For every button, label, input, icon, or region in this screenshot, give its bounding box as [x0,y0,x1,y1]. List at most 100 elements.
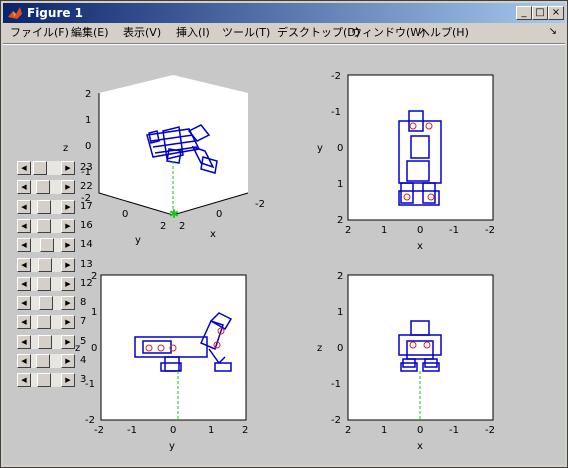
y-tick-top: 2 [337,215,343,226]
joint-slider[interactable]: ◀ ▶ [17,296,75,310]
matlab-logo-icon [8,7,22,19]
slider-value-label: 13 [80,259,93,270]
menu-window[interactable]: ウィンドウ(W) [351,25,425,41]
slider-right-arrow-icon[interactable]: ▶ [61,238,75,252]
ground-marker-3d: ✱ [169,207,179,221]
slider-left-arrow-icon[interactable]: ◀ [17,277,31,291]
menu-desktop[interactable]: デスクトップ(D) [277,25,360,41]
slider-right-arrow-icon[interactable]: ▶ [61,258,75,272]
axes-side-view[interactable]: -2 -1 0 1 2 y 2 1 0 -1 -2 z [75,271,248,452]
y-tick-front: 0 [337,343,343,354]
title-bar[interactable]: Figure 1 _ □ × [3,3,565,23]
x-tick-top: -1 [449,225,459,236]
x-tick-top: -2 [485,225,495,236]
figure-window: Figure 1 _ □ × ファイル(F) 編集(E) 表示(V) 挿入(I)… [0,0,568,468]
slider-right-arrow-icon[interactable]: ▶ [61,277,75,291]
menu-file[interactable]: ファイル(F) [10,25,69,41]
slider-value-label: 17 [80,201,93,212]
slider-left-arrow-icon[interactable]: ◀ [17,161,31,175]
minimize-button[interactable]: _ [516,6,532,20]
menu-insert[interactable]: 挿入(I) [176,25,210,41]
slider-left-arrow-icon[interactable]: ◀ [17,238,31,252]
slider-value-label: 16 [80,220,93,231]
slider-thumb[interactable] [38,258,52,272]
x-tick-top: 1 [381,225,387,236]
joint-slider[interactable]: ◀ ▶ [17,180,75,194]
joint-slider[interactable]: ◀ ▶ [17,258,75,272]
slider-left-arrow-icon[interactable]: ◀ [17,296,31,310]
slider-left-arrow-icon[interactable]: ◀ [17,258,31,272]
joint-slider[interactable]: ◀ ▶ [17,200,75,214]
y-tick-front: 1 [337,307,343,318]
joint-slider[interactable]: ◀ ▶ [17,219,75,233]
menu-bar: ファイル(F) 編集(E) 表示(V) 挿入(I) ツール(T) デスクトップ(… [3,24,565,42]
dock-arrow-icon[interactable]: ↘ [549,26,557,37]
joint-slider[interactable]: ◀ ▶ [17,238,75,252]
z-tick-3d: 1 [85,115,91,126]
slider-value-label: 12 [80,278,93,289]
maximize-button[interactable]: □ [532,6,548,20]
joint-slider[interactable]: ◀ ▶ [17,354,75,368]
slider-right-arrow-icon[interactable]: ▶ [61,373,75,387]
xlabel-3d: x [210,229,216,240]
joint-slider[interactable]: ◀ ▶ [17,335,75,349]
slider-thumb[interactable] [37,200,51,214]
slider-right-arrow-icon[interactable]: ▶ [61,354,75,368]
x-tick-front: -2 [485,425,495,436]
ylabel-front: z [317,343,322,354]
axes-front-view[interactable]: 2 1 0 -1 -2 x 2 1 0 -1 -2 z [317,271,495,452]
y-tick-top: 0 [337,143,343,154]
slider-left-arrow-icon[interactable]: ◀ [17,200,31,214]
slider-left-arrow-icon[interactable]: ◀ [17,373,31,387]
axes-3d-view[interactable]: 2 1 0 -1 -2 z 2 0 -2 x 0 2 y ✱ [63,75,265,246]
slider-thumb[interactable] [36,180,50,194]
joint-slider[interactable]: ◀ ▶ [17,315,75,329]
z-tick-3d: 0 [85,141,91,152]
menu-help[interactable]: ヘルプ(H) [419,25,469,41]
y-tick-3d: 0 [122,209,128,220]
slider-thumb[interactable] [38,335,52,349]
x-tick-front: 1 [381,425,387,436]
y-tick-side: -1 [85,379,95,390]
slider-right-arrow-icon[interactable]: ▶ [61,161,75,175]
slider-thumb[interactable] [37,315,51,329]
slider-right-arrow-icon[interactable]: ▶ [61,219,75,233]
menu-edit[interactable]: 編集(E) [71,25,109,41]
slider-thumb[interactable] [39,296,53,310]
slider-thumb[interactable] [40,238,54,252]
slider-left-arrow-icon[interactable]: ◀ [17,180,31,194]
xlabel-side: y [169,441,175,452]
ylabel-3d: y [135,235,141,246]
slider-thumb[interactable] [37,219,51,233]
y-tick-top: 1 [337,179,343,190]
menu-view[interactable]: 表示(V) [123,25,161,41]
slider-value-label: 5 [80,336,87,347]
window-title: Figure 1 [27,6,84,20]
y-tick-side: 1 [91,307,97,318]
slider-right-arrow-icon[interactable]: ▶ [61,200,75,214]
joint-slider[interactable]: ◀ ▶ [17,277,75,291]
x-tick-front: 0 [417,425,423,436]
menu-tools[interactable]: ツール(T) [222,25,270,41]
x-tick-side: -2 [94,425,104,436]
y-tick-top: -2 [331,71,341,82]
joint-slider[interactable]: ◀ ▶ [17,161,75,175]
joint-slider[interactable]: ◀ ▶ [17,373,75,387]
slider-thumb[interactable] [36,354,50,368]
slider-value-label: 7 [80,316,87,327]
slider-thumb[interactable] [33,161,47,175]
slider-left-arrow-icon[interactable]: ◀ [17,354,31,368]
slider-right-arrow-icon[interactable]: ▶ [61,315,75,329]
slider-right-arrow-icon[interactable]: ▶ [61,335,75,349]
slider-left-arrow-icon[interactable]: ◀ [17,335,31,349]
close-button[interactable]: × [548,6,564,20]
slider-right-arrow-icon[interactable]: ▶ [61,296,75,310]
x-tick-side: 1 [208,425,214,436]
slider-thumb[interactable] [37,373,51,387]
slider-left-arrow-icon[interactable]: ◀ [17,219,31,233]
slider-left-arrow-icon[interactable]: ◀ [17,315,31,329]
x-tick-3d: 2 [179,221,185,232]
slider-right-arrow-icon[interactable]: ▶ [61,180,75,194]
slider-thumb[interactable] [37,277,51,291]
axes-top-view[interactable]: 2 1 0 -1 -2 x -2 -1 0 1 2 y [317,71,495,252]
